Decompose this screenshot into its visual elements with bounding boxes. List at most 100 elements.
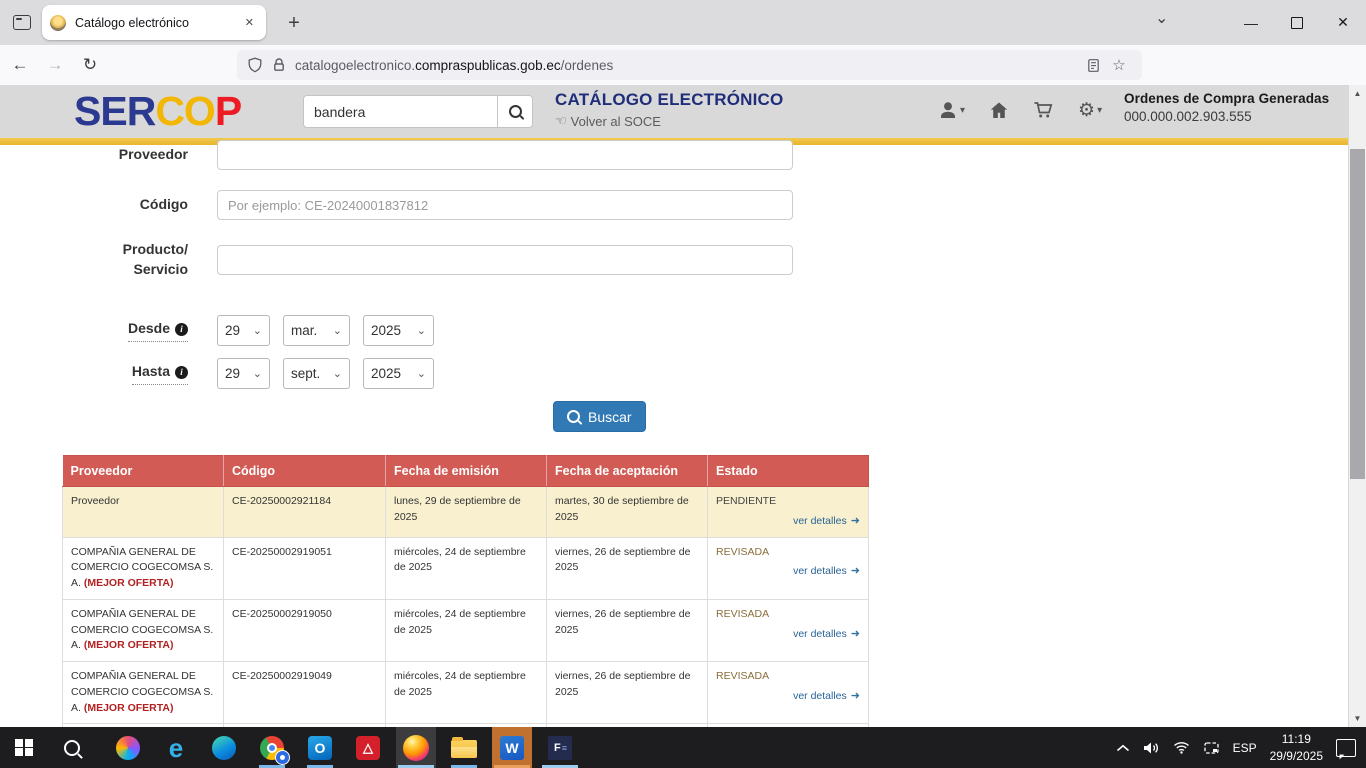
url-path: /ordenes — [561, 58, 614, 73]
tray-chevron-up-icon[interactable] — [1116, 744, 1130, 752]
page-scrollbar[interactable]: ▲ ▼ — [1348, 85, 1366, 727]
chevron-down-icon: ⌄ — [417, 324, 426, 337]
info-icon[interactable]: i — [175, 323, 188, 336]
minimize-button[interactable]: — — [1228, 0, 1274, 45]
cell-proveedor: Proveedor — [71, 495, 119, 507]
header-search-button[interactable] — [497, 95, 533, 128]
back-button[interactable]: ← — [5, 50, 35, 80]
internet-explorer-icon: e — [169, 736, 183, 760]
ver-detalles-link[interactable]: ver detalles — [793, 690, 847, 702]
taskbar-firefox-button[interactable] — [396, 727, 436, 768]
taskbar-chrome-button[interactable] — [252, 727, 292, 768]
browser-tab[interactable]: Catálogo electrónico ✕ — [42, 5, 266, 40]
word-icon: W — [500, 736, 524, 760]
taskbar-clock[interactable]: 11:1929/9/2025 — [1270, 731, 1323, 763]
cell-aceptacion: viernes, 26 de septiembre de 2025 — [547, 599, 708, 661]
hasta-day-select[interactable]: 29⌄ — [217, 358, 270, 389]
estado-badge: REVISADA — [716, 545, 860, 561]
url-prefix: catalogoelectronico. — [295, 58, 415, 73]
hasta-year-select[interactable]: 2025⌄ — [363, 358, 434, 389]
desde-month-select[interactable]: mar.⌄ — [283, 315, 350, 346]
proveedor-input[interactable] — [217, 140, 793, 170]
desde-year-select[interactable]: 2025⌄ — [363, 315, 434, 346]
mejor-oferta-badge: (MEJOR OFERTA) — [84, 639, 174, 651]
ver-detalles-link[interactable]: ver detalles — [793, 515, 847, 527]
user-menu-button[interactable]: ▾ — [938, 100, 965, 120]
estado-badge: REVISADA — [716, 669, 860, 685]
browser-titlebar: Catálogo electrónico ✕ + ⌄ — ✕ — [0, 0, 1366, 45]
home-button[interactable] — [989, 100, 1009, 120]
new-tab-button[interactable]: + — [280, 9, 308, 37]
taskbar-edge-button[interactable] — [204, 727, 244, 768]
taskbar-word-button[interactable]: W — [492, 727, 532, 768]
forward-button[interactable]: → — [40, 50, 70, 80]
cell-emision: miércoles, 24 de septiembre de 2025 — [386, 662, 547, 724]
taskbar-f-app-button[interactable]: F≡ — [540, 727, 580, 768]
buscar-button[interactable]: Buscar — [553, 401, 646, 432]
info-icon[interactable]: i — [175, 366, 188, 379]
reader-mode-icon[interactable] — [1080, 52, 1106, 78]
cell-codigo: CE-20250002919049 — [224, 662, 386, 724]
header-search-input[interactable] — [303, 95, 497, 128]
firefox-view-button[interactable] — [8, 9, 36, 37]
tablet-workspace-icon[interactable] — [1203, 741, 1220, 755]
close-button[interactable]: ✕ — [1320, 0, 1366, 45]
producto-servicio-input[interactable] — [217, 245, 793, 275]
outlook-icon: O — [308, 736, 332, 760]
lock-icon[interactable] — [271, 57, 287, 73]
scroll-up-arrow[interactable]: ▲ — [1349, 89, 1366, 98]
codigo-input[interactable] — [217, 190, 793, 220]
wifi-icon[interactable] — [1173, 741, 1190, 754]
hasta-label: Hasta — [132, 362, 170, 382]
tab-close-icon[interactable]: ✕ — [241, 12, 258, 33]
header-icon-menu: ▾ ⚙ ▾ — [938, 100, 1126, 120]
taskbar-search-button[interactable] — [52, 727, 92, 768]
producto-label-line2: Servicio — [134, 261, 188, 277]
volume-icon[interactable] — [1143, 741, 1160, 755]
chrome-profile-badge — [275, 750, 290, 765]
window-controls: — ✕ — [1228, 0, 1366, 45]
restore-button[interactable] — [1274, 0, 1320, 45]
page-title: CATÁLOGO ELECTRÓNICO — [555, 90, 783, 110]
taskbar-internet-explorer-button[interactable]: e — [156, 727, 196, 768]
hasta-month-select[interactable]: sept.⌄ — [283, 358, 350, 389]
desde-day-select[interactable]: 29⌄ — [217, 315, 270, 346]
reload-button[interactable]: ↻ — [75, 50, 105, 80]
logo-ser: SER — [74, 88, 155, 134]
sercop-logo[interactable]: SERCOP — [74, 87, 241, 136]
form-row-desde: Desdei 29⌄ mar.⌄ 2025⌄ — [0, 315, 1349, 346]
copilot-icon — [116, 736, 140, 760]
taskbar-copilot-button[interactable] — [108, 727, 148, 768]
notification-center-icon[interactable] — [1336, 739, 1356, 757]
cart-button[interactable] — [1033, 100, 1054, 120]
settings-menu-button[interactable]: ⚙ ▾ — [1078, 101, 1102, 120]
file-explorer-folder-icon — [451, 740, 477, 758]
address-bar[interactable]: catalogoelectronico.compraspublicas.gob.… — [237, 50, 1142, 80]
volver-al-soce-link[interactable]: ☜Volver al SOCE — [555, 113, 783, 129]
scroll-down-arrow[interactable]: ▼ — [1349, 714, 1366, 723]
col-header-estado: Estado — [708, 456, 869, 487]
ver-detalles-link[interactable]: ver detalles — [793, 628, 847, 640]
firefox-view-icon — [13, 15, 31, 30]
hasta-label-wrap: Hastai — [0, 362, 188, 385]
list-tabs-chevron-icon[interactable]: ⌄ — [1155, 8, 1168, 28]
start-button[interactable] — [4, 727, 44, 768]
mejor-oferta-badge: (MEJOR OFERTA) — [84, 702, 174, 714]
arrow-right-icon: ➜ — [851, 565, 860, 577]
acrobat-icon: △ — [356, 736, 380, 760]
bookmark-star-icon[interactable]: ☆ — [1106, 52, 1132, 78]
logo-p: P — [215, 88, 241, 134]
form-row-codigo: Código — [0, 190, 1349, 220]
firefox-icon — [403, 735, 429, 761]
language-indicator[interactable]: ESP — [1233, 741, 1257, 755]
ver-detalles-link[interactable]: ver detalles — [793, 565, 847, 577]
table-row: COMPAÑIA GENERAL DE COMERCIO COGECOMSA S… — [63, 662, 869, 724]
taskbar-file-explorer-button[interactable] — [444, 727, 484, 768]
taskbar-outlook-button[interactable]: O — [300, 727, 340, 768]
scrollbar-thumb[interactable] — [1350, 149, 1365, 479]
taskbar-acrobat-button[interactable]: △ — [348, 727, 388, 768]
shield-icon[interactable] — [247, 57, 263, 73]
col-header-proveedor: Proveedor — [63, 456, 224, 487]
windows-taskbar: e O △ W F≡ ESP 11:1929/9/2025 — [0, 727, 1366, 768]
restore-icon — [1291, 17, 1303, 29]
